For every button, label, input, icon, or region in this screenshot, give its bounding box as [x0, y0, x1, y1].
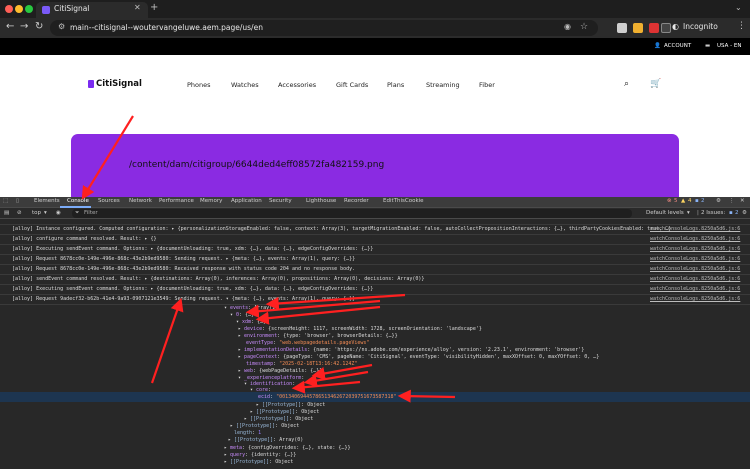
arrow-to-sending-request [150, 297, 184, 384]
arrow-to-core [291, 380, 361, 394]
arrow-to-index-0 [245, 299, 381, 318]
annotation-arrows [81, 115, 456, 403]
arrow-to-identification [303, 370, 369, 388]
arrow-to-console-tab [81, 115, 134, 200]
arrow-to-events [265, 293, 406, 311]
arrow-to-ecid [397, 389, 456, 403]
